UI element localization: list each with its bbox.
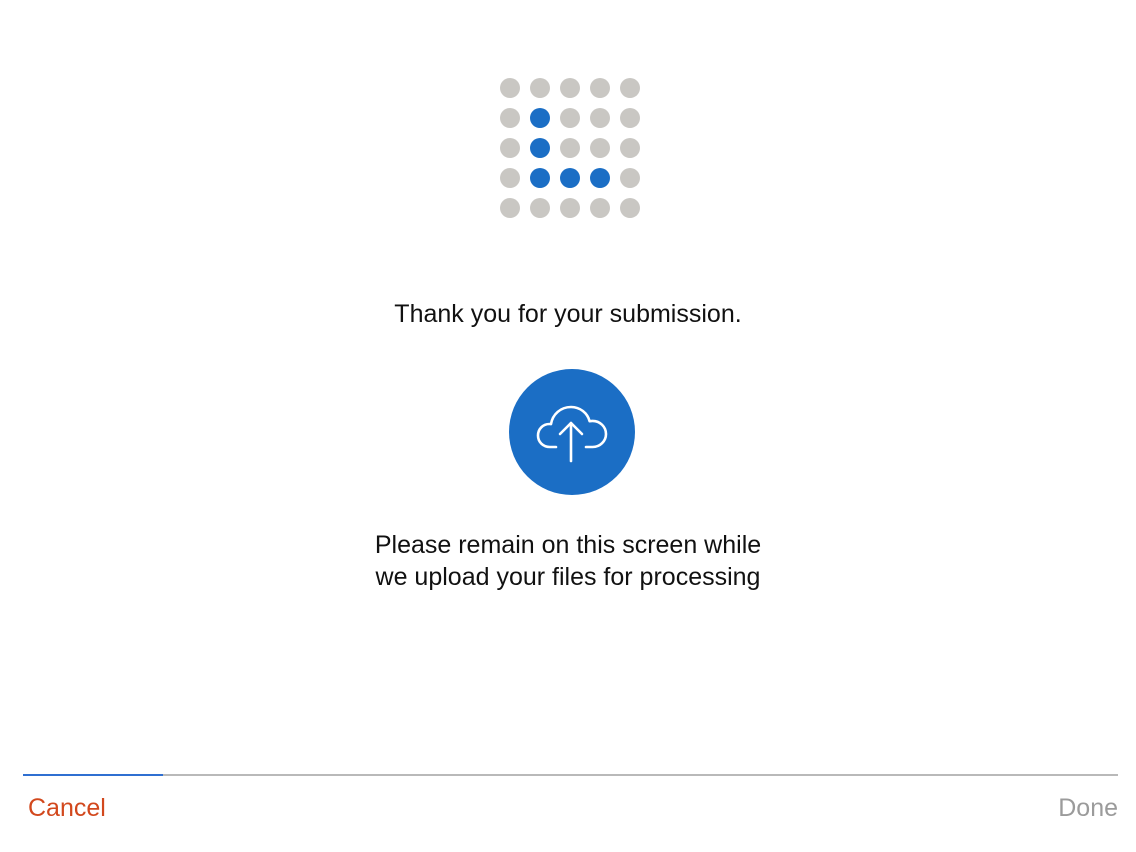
- upload-instructions-line-1: Please remain on this screen while: [374, 531, 762, 559]
- done-button[interactable]: Done: [1058, 794, 1118, 823]
- logo-dot: [590, 168, 610, 188]
- logo-dot: [530, 78, 550, 98]
- logo-dot: [500, 138, 520, 158]
- logo-dot: [530, 168, 550, 188]
- logo-dot: [500, 198, 520, 218]
- logo-dot: [560, 168, 580, 188]
- upload-progress-bar: [23, 774, 1118, 776]
- logo-dot: [530, 138, 550, 158]
- logo-dot: [590, 78, 610, 98]
- cloud-upload-glyph: [536, 405, 608, 463]
- logo-dot: [560, 138, 580, 158]
- logo-dot: [560, 108, 580, 128]
- logo-dot: [620, 78, 640, 98]
- upload-instructions-line-2: we upload your files for processing: [375, 563, 761, 591]
- logo-dot: [590, 198, 610, 218]
- logo-dot: [500, 108, 520, 128]
- logo-dot: [620, 138, 640, 158]
- upload-instructions: Please remain on this screen while we up…: [0, 529, 1136, 593]
- logo-dot: [620, 168, 640, 188]
- cloud-upload-icon: [509, 369, 635, 495]
- logo-dot: [560, 198, 580, 218]
- logo-dot: [530, 108, 550, 128]
- logo-dot: [620, 198, 640, 218]
- upload-progress-fill: [23, 774, 164, 776]
- logo-dot: [590, 138, 610, 158]
- thank-you-message: Thank you for your submission.: [394, 300, 742, 328]
- logo-dot: [620, 108, 640, 128]
- logo-dot: [590, 108, 610, 128]
- dot-grid-logo-icon: [500, 78, 644, 222]
- logo-dot: [500, 78, 520, 98]
- logo-dot: [530, 198, 550, 218]
- logo-dot: [500, 168, 520, 188]
- cancel-button[interactable]: Cancel: [28, 794, 106, 823]
- logo-dot: [560, 78, 580, 98]
- upload-confirmation-screen: Thank you for your submission. Please re…: [0, 0, 1136, 852]
